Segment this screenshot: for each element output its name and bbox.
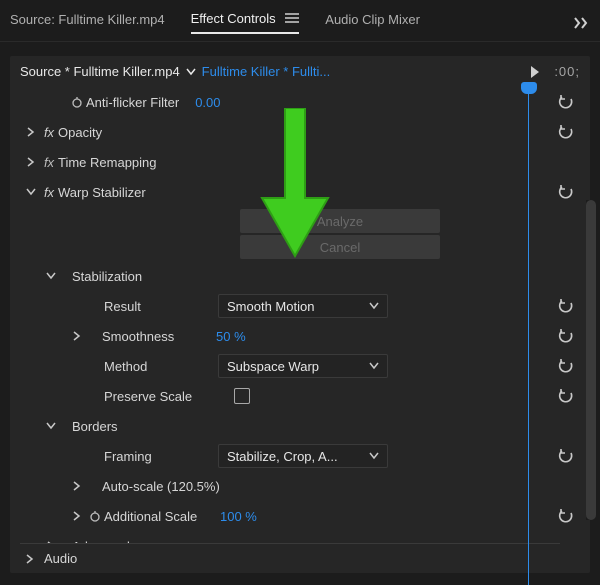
fx-icon[interactable]: fx bbox=[40, 185, 58, 200]
play-icon[interactable] bbox=[522, 66, 548, 78]
fx-icon[interactable]: fx bbox=[40, 125, 58, 140]
group-label: Borders bbox=[72, 419, 118, 434]
button-label: Cancel bbox=[320, 240, 360, 255]
method-dropdown[interactable]: Subspace Warp bbox=[218, 354, 388, 378]
panel-menu-icon[interactable] bbox=[285, 13, 299, 23]
dropdown-value: Smooth Motion bbox=[227, 299, 369, 314]
chevron-down-icon bbox=[369, 362, 379, 370]
prop-label: Additional Scale bbox=[104, 509, 220, 524]
prop-label: Time Remapping bbox=[58, 155, 157, 170]
timecode-label: :00; bbox=[548, 64, 580, 79]
section-label: Audio bbox=[44, 551, 77, 566]
chevron-down-icon[interactable] bbox=[186, 68, 196, 76]
tab-audio-mixer[interactable]: Audio Clip Mixer bbox=[325, 12, 420, 33]
clip-name[interactable]: Fulltime Killer * Fullti... bbox=[202, 64, 331, 79]
fx-icon[interactable]: fx bbox=[40, 155, 58, 170]
result-dropdown[interactable]: Smooth Motion bbox=[218, 294, 388, 318]
chevron-right-icon[interactable] bbox=[68, 511, 86, 521]
overflow-tabs-icon[interactable] bbox=[574, 17, 590, 29]
prop-label: Preserve Scale bbox=[104, 389, 234, 404]
prop-label: Anti-flicker Filter bbox=[86, 95, 179, 110]
reset-icon[interactable] bbox=[552, 94, 580, 110]
prop-auto-scale[interactable]: Auto-scale (120.5%) bbox=[14, 471, 586, 501]
reset-icon[interactable] bbox=[552, 508, 580, 524]
source-path[interactable]: Source * Fulltime Killer.mp4 bbox=[20, 64, 180, 79]
dropdown-value: Subspace Warp bbox=[227, 359, 369, 374]
prop-label: Auto-scale (120.5%) bbox=[102, 479, 220, 494]
reset-icon[interactable] bbox=[552, 448, 580, 464]
prop-label: Framing bbox=[104, 449, 218, 464]
tab-source[interactable]: Source: Fulltime Killer.mp4 bbox=[10, 12, 165, 33]
chevron-down-icon bbox=[369, 452, 379, 460]
analyze-button[interactable]: Analyze bbox=[240, 209, 440, 233]
prop-time-remapping[interactable]: fx Time Remapping bbox=[14, 147, 586, 177]
prop-value[interactable]: 0.00 bbox=[195, 95, 220, 110]
group-stabilization[interactable]: Stabilization bbox=[14, 261, 586, 291]
group-borders[interactable]: Borders bbox=[14, 411, 586, 441]
audio-section[interactable]: Audio bbox=[20, 543, 560, 573]
reset-icon[interactable] bbox=[552, 298, 580, 314]
panel-tabs: Source: Fulltime Killer.mp4 Effect Contr… bbox=[0, 0, 600, 42]
stopwatch-icon[interactable] bbox=[68, 96, 86, 108]
framing-dropdown[interactable]: Stabilize, Crop, A... bbox=[218, 444, 388, 468]
prop-preserve-scale: Preserve Scale bbox=[14, 381, 586, 411]
tab-effect-controls[interactable]: Effect Controls bbox=[191, 11, 300, 34]
chevron-down-icon[interactable] bbox=[42, 422, 60, 430]
prop-label: Opacity bbox=[58, 125, 102, 140]
prop-anti-flicker: Anti-flicker Filter 0.00 bbox=[14, 87, 586, 117]
chevron-down-icon bbox=[369, 302, 379, 310]
button-label: Analyze bbox=[317, 214, 363, 229]
reset-icon[interactable] bbox=[552, 124, 580, 140]
prop-warp-stabilizer[interactable]: fx Warp Stabilizer bbox=[14, 177, 586, 207]
scrollbar-thumb[interactable] bbox=[586, 200, 596, 520]
chevron-right-icon[interactable] bbox=[68, 481, 86, 491]
cancel-button[interactable]: Cancel bbox=[240, 235, 440, 259]
chevron-right-icon[interactable] bbox=[22, 127, 40, 137]
property-list: Anti-flicker Filter 0.00 fx Opacity bbox=[10, 87, 590, 573]
prop-framing: Framing Stabilize, Crop, A... bbox=[14, 441, 586, 471]
prop-value[interactable]: 50 % bbox=[216, 329, 246, 344]
reset-icon[interactable] bbox=[552, 328, 580, 344]
tab-effect-controls-label: Effect Controls bbox=[191, 11, 276, 26]
reset-icon[interactable] bbox=[552, 358, 580, 374]
group-label: Stabilization bbox=[72, 269, 142, 284]
chevron-down-icon[interactable] bbox=[22, 188, 40, 196]
prop-opacity[interactable]: fx Opacity bbox=[14, 117, 586, 147]
prop-label: Result bbox=[104, 299, 218, 314]
prop-method: Method Subspace Warp bbox=[14, 351, 586, 381]
prop-additional-scale: Additional Scale 100 % bbox=[14, 501, 586, 531]
prop-label: Method bbox=[104, 359, 218, 374]
stopwatch-icon[interactable] bbox=[86, 510, 104, 522]
preserve-scale-checkbox[interactable] bbox=[234, 388, 250, 404]
reset-icon[interactable] bbox=[552, 184, 580, 200]
chevron-right-icon[interactable] bbox=[68, 331, 86, 341]
effect-controls-panel: Source * Fulltime Killer.mp4 Fulltime Ki… bbox=[10, 56, 590, 573]
reset-icon[interactable] bbox=[552, 388, 580, 404]
dropdown-value: Stabilize, Crop, A... bbox=[227, 449, 369, 464]
scrollbar-vertical[interactable] bbox=[586, 200, 596, 520]
prop-label: Smoothness bbox=[102, 329, 216, 344]
chevron-right-icon[interactable] bbox=[26, 554, 44, 564]
panel-header: Source * Fulltime Killer.mp4 Fulltime Ki… bbox=[10, 56, 590, 87]
chevron-right-icon[interactable] bbox=[22, 157, 40, 167]
prop-value[interactable]: 100 % bbox=[220, 509, 257, 524]
chevron-down-icon[interactable] bbox=[42, 272, 60, 280]
prop-result: Result Smooth Motion bbox=[14, 291, 586, 321]
prop-label: Warp Stabilizer bbox=[58, 185, 146, 200]
prop-smoothness: Smoothness 50 % bbox=[14, 321, 586, 351]
